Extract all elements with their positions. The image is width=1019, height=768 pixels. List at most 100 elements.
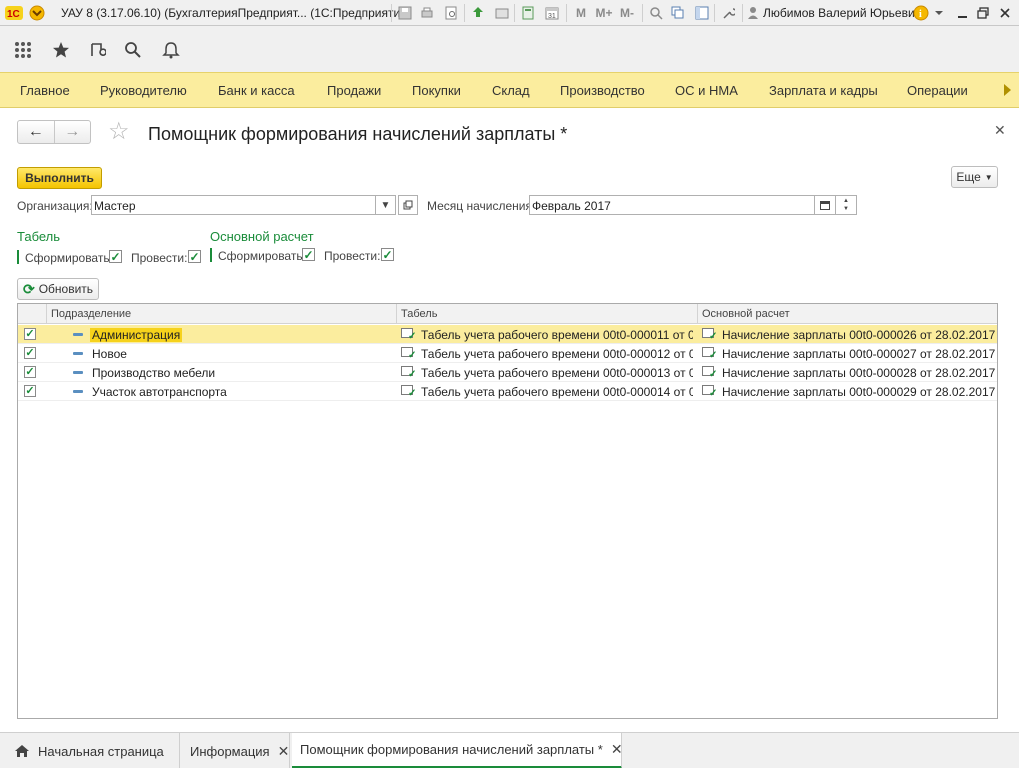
minimize-icon[interactable] [956, 5, 970, 21]
month-calendar-icon[interactable] [814, 195, 836, 215]
section-purchases[interactable]: Покупки [412, 83, 461, 98]
tab-information-close-icon[interactable]: ✕ [278, 743, 290, 760]
calc-document-link[interactable]: Начисление зарплаты 00t0-000028 от 28.02… [722, 366, 995, 380]
section-production[interactable]: Производство [560, 83, 645, 98]
calc-document-link[interactable]: Начисление зарплаты 00t0-000029 от 28.02… [722, 385, 995, 399]
table-row[interactable]: ✓ Производство мебели ✓ Табель учета раб… [18, 363, 997, 382]
sections-scroll-right-icon[interactable] [1004, 84, 1011, 96]
tab-payroll-wizard[interactable]: Помощник формирования начислений зарплат… [292, 733, 623, 768]
history-icon[interactable] [86, 39, 108, 61]
memory-m-button[interactable]: M [574, 5, 588, 21]
tab-home[interactable]: Начальная страница [6, 733, 180, 768]
tabel-form-checkbox[interactable]: ✓ [109, 250, 122, 263]
tab-payroll-wizard-close-icon[interactable]: ✕ [611, 741, 623, 758]
sections-panel: Главное Руководителю Банк и касса Продаж… [0, 72, 1019, 108]
preview-icon[interactable] [443, 5, 459, 21]
section-manager[interactable]: Руководителю [100, 83, 187, 98]
print-icon[interactable] [419, 5, 435, 21]
svg-text:31: 31 [548, 13, 556, 20]
departments-table: Подразделение Табель Основной расчет ✓ А… [17, 303, 998, 719]
title-bar: 1C УАУ 8 (3.17.06.10) (БухгалтерияПредпр… [0, 0, 1019, 26]
calc-post-checkbox[interactable]: ✓ [381, 248, 394, 261]
section-sales[interactable]: Продажи [327, 83, 381, 98]
upload-icon[interactable] [470, 5, 486, 21]
tools-icon[interactable] [720, 5, 736, 21]
department-icon [73, 371, 83, 374]
panels-icon[interactable] [694, 5, 710, 21]
zoom-icon[interactable] [648, 5, 664, 21]
calc-group-bar [210, 248, 212, 262]
memory-plus-button[interactable]: M+ [594, 5, 614, 21]
organization-open-icon[interactable] [398, 195, 418, 215]
section-bank[interactable]: Банк и касса [218, 83, 295, 98]
tabel-post-label: Провести: [131, 251, 188, 265]
organization-dropdown-icon[interactable]: ▼ [375, 195, 396, 215]
tabel-document-link[interactable]: Табель учета рабочего времени 00t0-00001… [421, 328, 693, 342]
calc-document-link[interactable]: Начисление зарплаты 00t0-000027 от 28.02… [722, 347, 995, 361]
calendar-icon[interactable]: 31 [544, 5, 560, 21]
calculator-icon[interactable] [520, 5, 536, 21]
tabel-document-icon: ✓ [401, 328, 416, 342]
table-row[interactable]: ✓ Администрация ✓ Табель учета рабочего … [18, 325, 997, 344]
row-checkbox[interactable]: ✓ [24, 347, 36, 359]
favorites-star-icon[interactable] [50, 39, 72, 61]
form-close-icon[interactable]: ✕ [994, 122, 1006, 139]
wizard-form: ← → ☆ Помощник формирования начислений з… [0, 108, 1019, 732]
tabel-document-link[interactable]: Табель учета рабочего времени 00t0-00001… [421, 385, 693, 399]
section-fixed-assets[interactable]: ОС и НМА [675, 83, 738, 98]
close-window-icon[interactable] [998, 5, 1012, 21]
row-checkbox[interactable]: ✓ [24, 328, 36, 340]
month-field[interactable]: Февраль 2017 [529, 195, 815, 215]
section-main[interactable]: Главное [20, 83, 70, 98]
table-row[interactable]: ✓ Новое ✓ Табель учета рабочего времени … [18, 344, 997, 363]
section-operations[interactable]: Операции [907, 83, 968, 98]
calc-document-link[interactable]: Начисление зарплаты 00t0-000026 от 28.02… [722, 328, 995, 342]
attach-icon[interactable] [494, 5, 510, 21]
memory-minus-button[interactable]: M- [617, 5, 637, 21]
refresh-button[interactable]: ⟳ Обновить [17, 278, 99, 300]
tabel-document-link[interactable]: Табель учета рабочего времени 00t0-00001… [421, 347, 693, 361]
nav-buttons: ← → [17, 120, 91, 144]
main-menu-icon[interactable] [28, 5, 46, 21]
calc-group-title: Основной расчет [210, 229, 314, 244]
back-arrow-icon[interactable]: ← [18, 121, 54, 143]
section-warehouse[interactable]: Склад [492, 83, 530, 98]
department-icon [73, 390, 83, 393]
search-icon[interactable] [122, 39, 144, 61]
row-checkbox[interactable]: ✓ [24, 385, 36, 397]
user-icon [746, 5, 760, 21]
svg-text:i: i [919, 9, 922, 20]
tabel-group-bar [17, 250, 19, 264]
forward-arrow-icon[interactable]: → [53, 121, 91, 143]
user-name[interactable]: Любимов Валерий Юрьевич [763, 6, 921, 20]
apps-grid-icon[interactable] [12, 39, 34, 61]
window-title: УАУ 8 (3.17.06.10) (БухгалтерияПредприят… [61, 6, 411, 20]
restore-icon[interactable] [976, 5, 990, 21]
organization-field[interactable]: Мастер [91, 195, 376, 215]
tabel-post-checkbox[interactable]: ✓ [188, 250, 201, 263]
section-payroll[interactable]: Зарплата и кадры [769, 83, 878, 98]
table-row[interactable]: ✓ Участок автотранспорта ✓ Табель учета … [18, 382, 997, 401]
1c-logo-icon[interactable]: 1C [5, 5, 23, 21]
save-icon[interactable] [397, 5, 413, 21]
month-down-icon[interactable]: ▼ [843, 205, 849, 213]
notifications-bell-icon[interactable] [160, 39, 182, 61]
column-header-tabel[interactable]: Табель [401, 308, 437, 320]
more-button[interactable]: Еще ▼ [951, 166, 998, 188]
month-stepper[interactable]: ▲ ▼ [835, 195, 857, 215]
info-dropdown-icon[interactable] [933, 5, 945, 21]
windows-icon[interactable] [670, 5, 686, 21]
column-header-department[interactable]: Подразделение [51, 308, 131, 320]
calc-form-checkbox[interactable]: ✓ [302, 248, 315, 261]
tabel-document-link[interactable]: Табель учета рабочего времени 00t0-00001… [421, 366, 693, 380]
favorite-star-icon[interactable]: ☆ [108, 120, 130, 144]
row-checkbox[interactable]: ✓ [24, 366, 36, 378]
calc-form-label: Сформировать: [218, 249, 306, 263]
month-up-icon[interactable]: ▲ [843, 197, 849, 205]
more-dropdown-icon: ▼ [984, 172, 993, 182]
info-icon[interactable]: i [912, 5, 930, 21]
department-name: Новое [92, 347, 127, 361]
execute-button[interactable]: Выполнить [17, 167, 102, 189]
tab-information[interactable]: Информация ✕ [182, 733, 290, 768]
column-header-calc[interactable]: Основной расчет [702, 308, 790, 320]
